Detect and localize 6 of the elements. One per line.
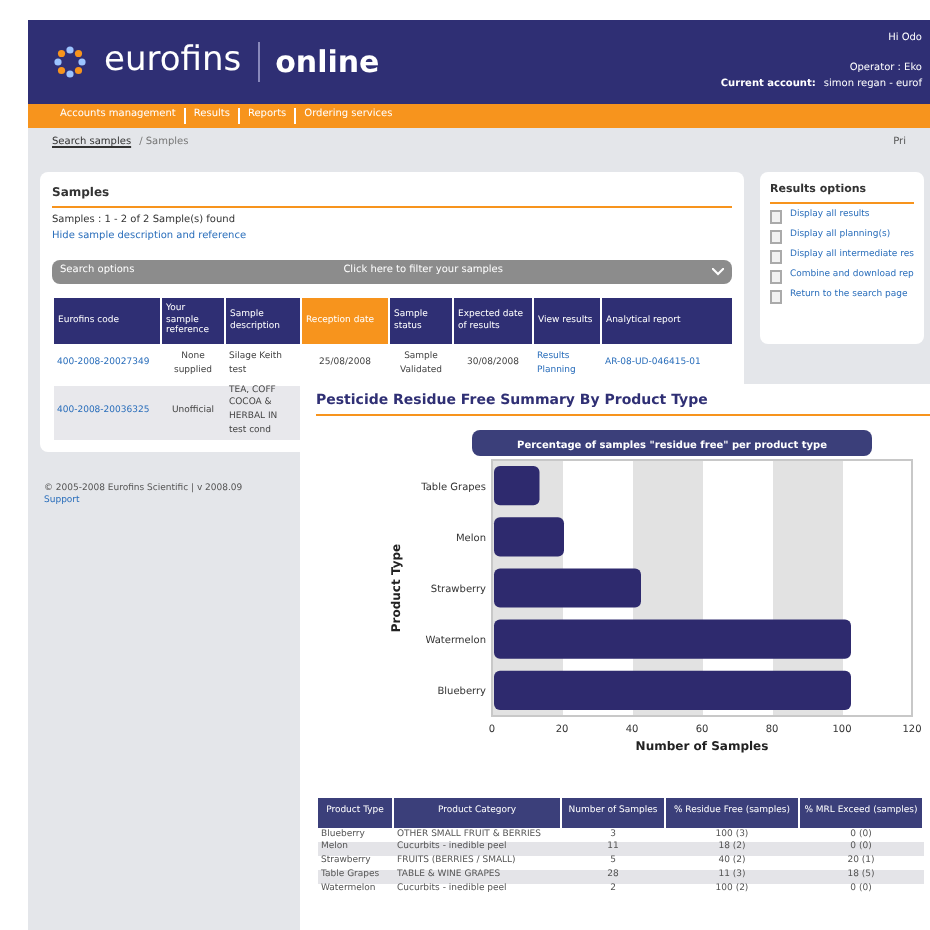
chevron-down-icon <box>712 268 724 276</box>
bar <box>494 465 540 505</box>
dots-logo-icon <box>52 44 88 80</box>
product-name: online <box>275 41 380 84</box>
bar <box>494 516 564 556</box>
logo-text: eurofins <box>104 38 242 85</box>
